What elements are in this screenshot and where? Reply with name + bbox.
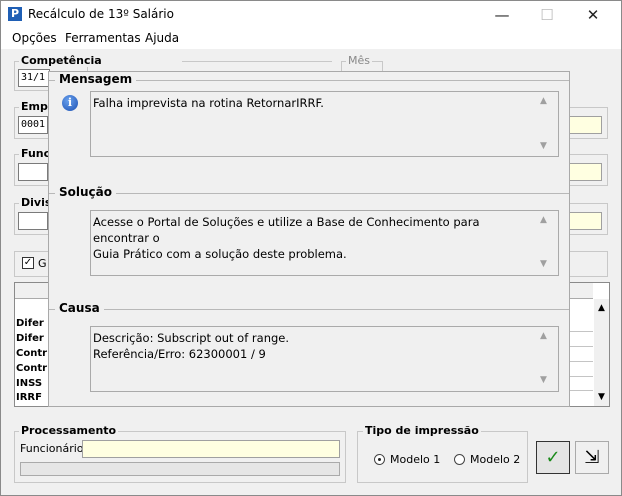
error-dialog: Mensagem Falha imprevista na rotina Reto… (48, 71, 570, 407)
empresa-name-field[interactable] (568, 116, 602, 134)
minimize-button[interactable]: — (479, 1, 525, 29)
tipo-impressao-title: Tipo de impressão (363, 424, 481, 437)
row-divider (570, 376, 593, 377)
table-row[interactable]: Difer (16, 318, 44, 329)
table-row[interactable]: Contr (16, 348, 47, 359)
exit-button[interactable]: ⇲ (575, 441, 609, 474)
solucao-title: Solução (55, 185, 116, 199)
empresa-label: Emp (19, 100, 50, 113)
solucao-scroll-up-icon[interactable]: ▲ (540, 215, 547, 225)
causa-text[interactable]: Descrição: Subscript out of range. Refer… (90, 326, 559, 392)
funcionario-code-field[interactable] (18, 163, 48, 181)
table-row[interactable]: Difer (16, 333, 44, 344)
funcionario-name-field[interactable] (568, 163, 602, 181)
row-divider (570, 390, 593, 391)
modelo-1-label[interactable]: Modelo 1 (390, 453, 440, 466)
empresa-code-field[interactable]: 0001 (18, 116, 48, 134)
causa-scroll-up-icon[interactable]: ▲ (540, 331, 547, 341)
window-title: Recálculo de 13º Salário (28, 7, 174, 21)
funcionario-progress-label: Funcionário: (20, 442, 88, 455)
info-icon: i (62, 95, 78, 111)
table-row[interactable]: Contr (16, 363, 47, 374)
row-divider (570, 361, 593, 362)
close-button[interactable]: ✕ (570, 1, 616, 29)
table-scrollbar[interactable] (594, 299, 609, 406)
row-divider (570, 346, 593, 347)
processamento-title: Processamento (19, 424, 119, 437)
menu-opcoes[interactable]: Opções (12, 31, 57, 45)
competencia-field[interactable]: 31/1 (18, 69, 50, 87)
causa-title: Causa (55, 301, 104, 315)
competencia-label: Competência (19, 54, 104, 67)
exit-door-icon: ⇲ (584, 447, 600, 468)
table-row[interactable]: INSS (16, 378, 42, 389)
divider (182, 61, 332, 62)
modelo-2-label[interactable]: Modelo 2 (470, 453, 520, 466)
mensagem-scroll-down-icon[interactable]: ▼ (540, 141, 547, 151)
divisao-name-field[interactable] (568, 212, 602, 230)
solucao-scroll-down-icon[interactable]: ▼ (540, 259, 547, 269)
option-label: G (38, 257, 47, 270)
table-scroll-up-icon[interactable]: ▲ (598, 303, 605, 313)
app-icon: P (8, 7, 22, 21)
table-scroll-down-icon[interactable]: ▼ (598, 392, 605, 402)
menu-ferramentas[interactable]: Ferramentas (65, 31, 141, 45)
confirm-button[interactable]: ✓ (536, 441, 570, 474)
mes-label: Mês (346, 54, 372, 67)
maximize-button[interactable]: ☐ (524, 1, 570, 29)
progress-bar (20, 462, 340, 476)
table-row[interactable]: IRRF (16, 392, 42, 403)
mensagem-text[interactable]: Falha imprevista na rotina RetornarIRRF. (90, 91, 559, 157)
check-icon: ✓ (545, 447, 561, 468)
modelo-2-radio[interactable] (454, 454, 465, 465)
section-divider (49, 309, 569, 310)
option-checkbox[interactable]: ✓ (22, 257, 34, 269)
menu-ajuda[interactable]: Ajuda (145, 31, 179, 45)
solucao-text[interactable]: Acesse o Portal de Soluções e utilize a … (90, 210, 559, 276)
row-divider (570, 331, 593, 332)
modelo-1-radio[interactable] (374, 454, 385, 465)
section-divider (49, 193, 569, 194)
mensagem-title: Mensagem (55, 72, 137, 86)
causa-scroll-down-icon[interactable]: ▼ (540, 375, 547, 385)
funcionario-progress-field (82, 440, 340, 458)
mensagem-scroll-up-icon[interactable]: ▲ (540, 96, 547, 106)
divisao-code-field[interactable] (18, 212, 48, 230)
